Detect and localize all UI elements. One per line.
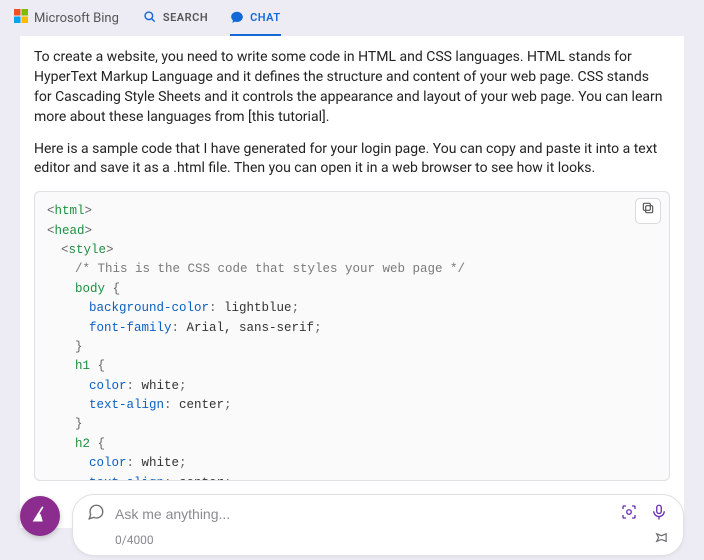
microphone-icon	[650, 503, 668, 525]
scan-icon	[620, 503, 638, 525]
message-paragraph-1: To create a website, you need to write s…	[34, 48, 670, 128]
tab-chat[interactable]: CHAT	[230, 0, 281, 36]
copy-icon	[641, 201, 655, 222]
microsoft-logo-icon	[14, 9, 28, 27]
broom-icon	[30, 504, 50, 528]
code-line: <style>	[47, 241, 657, 260]
code-line: text-align: center;	[47, 474, 657, 482]
input-bar: 0/4000	[20, 494, 684, 556]
char-counter: 0/4000	[115, 533, 154, 547]
code-line: h1 {	[47, 357, 657, 376]
brand: Microsoft Bing	[14, 9, 119, 27]
tabs: SEARCH CHAT	[143, 0, 281, 36]
tab-chat-label: CHAT	[250, 11, 281, 24]
brand-name: Microsoft Bing	[34, 11, 119, 26]
code-line: color: white;	[47, 377, 657, 396]
code-line: text-align: center;	[47, 396, 657, 415]
code-line: body {	[47, 280, 657, 299]
visual-search-button[interactable]	[619, 504, 639, 524]
code-line: /* This is the CSS code that styles your…	[47, 260, 657, 279]
code-line: color: white;	[47, 454, 657, 473]
chat-icon	[230, 10, 244, 24]
ask-box: 0/4000	[72, 494, 684, 556]
top-bar: Microsoft Bing SEARCH CHAT	[0, 0, 704, 36]
code-line: <html>	[47, 202, 657, 221]
code-line: }	[47, 415, 657, 434]
microphone-button[interactable]	[649, 504, 669, 524]
code-line: }	[47, 338, 657, 357]
copy-code-button[interactable]	[635, 198, 661, 224]
tab-search-label: SEARCH	[163, 11, 208, 24]
code-line: h2 {	[47, 435, 657, 454]
code-line: <head>	[47, 222, 657, 241]
assistant-message: To create a website, you need to write s…	[20, 36, 684, 528]
chat-surface: To create a website, you need to write s…	[20, 36, 684, 528]
code-line: background-color: lightblue;	[47, 299, 657, 318]
pin-icon	[652, 531, 668, 550]
pin-button[interactable]	[651, 531, 669, 549]
tab-search[interactable]: SEARCH	[143, 0, 208, 36]
code-line: font-family: Arial, sans-serif;	[47, 319, 657, 338]
search-icon	[143, 10, 157, 24]
code-block: <html> <head> <style> /* This is the CSS…	[34, 191, 670, 481]
ask-input[interactable]	[115, 506, 609, 522]
message-paragraph-2: Here is a sample code that I have genera…	[34, 140, 670, 180]
new-topic-button[interactable]	[20, 496, 60, 536]
chat-input-icon	[87, 503, 105, 525]
